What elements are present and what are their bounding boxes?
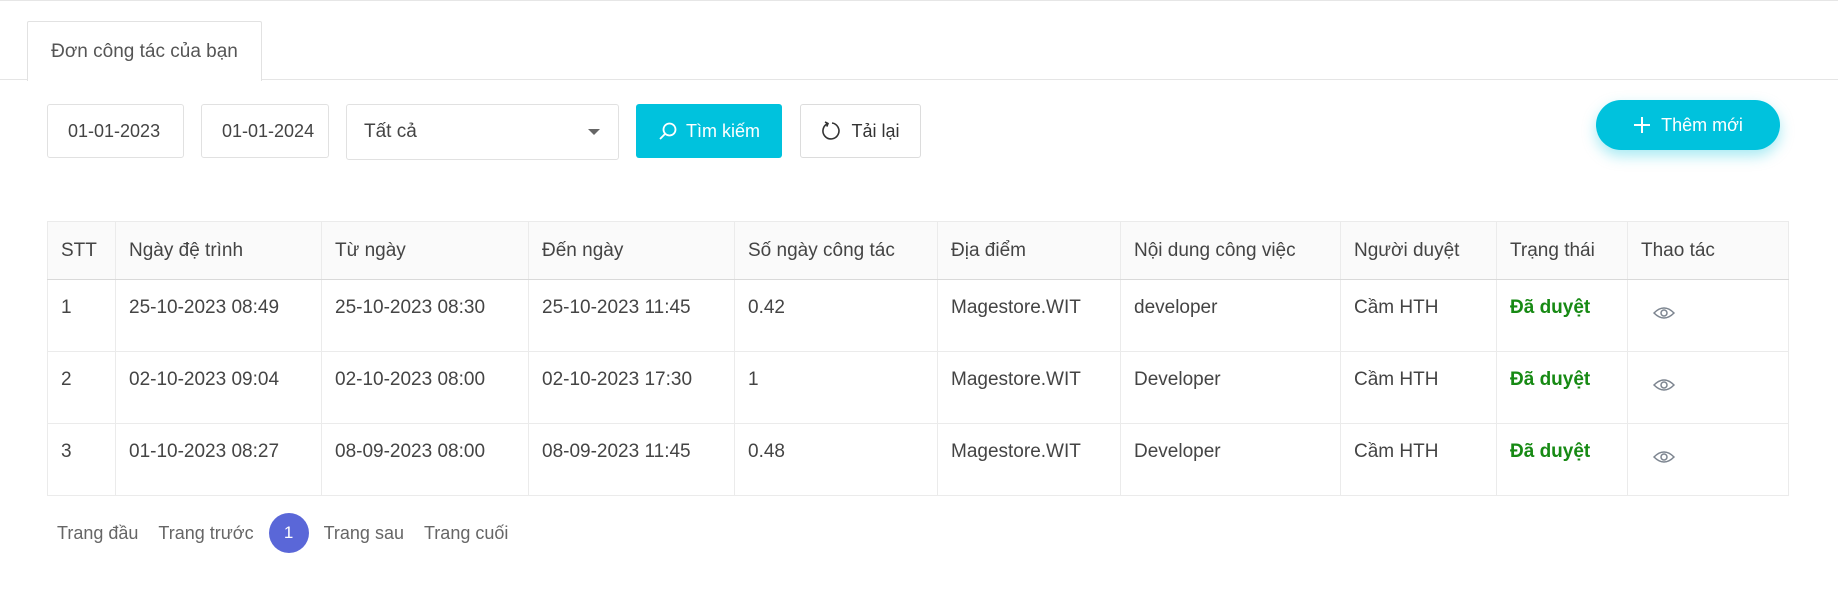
pagination: Trang đầu Trang trước 1 Trang sau Trang … (47, 513, 518, 553)
table-row: 1 25-10-2023 08:49 25-10-2023 08:30 25-1… (47, 279, 1789, 352)
from-date-field[interactable] (47, 104, 184, 158)
cell-stt: 1 (47, 279, 116, 352)
cell-days: 1 (734, 351, 938, 424)
cell-from-date: 08-09-2023 08:00 (321, 423, 529, 496)
plus-icon (1633, 116, 1651, 134)
cell-location: Magestore.WIT (937, 279, 1121, 352)
cell-to-date: 25-10-2023 11:45 (528, 279, 735, 352)
cell-approver: Cầm HTH (1340, 279, 1497, 352)
page: Đơn công tác của bạn Tất cả Tìm kiếm Tải… (0, 0, 1838, 604)
reload-button[interactable]: Tải lại (800, 104, 921, 158)
cell-submit-date: 01-10-2023 08:27 (115, 423, 322, 496)
search-button[interactable]: Tìm kiếm (636, 104, 782, 158)
cell-stt: 2 (47, 351, 116, 424)
cell-stt: 3 (47, 423, 116, 496)
tab-bar: Đơn công tác của bạn (0, 1, 1838, 81)
status-select-value: Tất cả (364, 121, 417, 142)
pagination-current-page[interactable]: 1 (268, 513, 309, 553)
pagination-first[interactable]: Trang đầu (47, 523, 148, 544)
to-date-input[interactable] (202, 105, 328, 157)
cell-location: Magestore.WIT (937, 423, 1121, 496)
pagination-next[interactable]: Trang sau (314, 523, 414, 544)
status-badge: Đã duyệt (1496, 351, 1628, 424)
header-from-date: Từ ngày (321, 221, 529, 280)
header-approver: Người duyệt (1340, 221, 1497, 280)
table-header-row: STT Ngày đệ trình Từ ngày Đến ngày Số ng… (47, 221, 1789, 280)
cell-work-content: developer (1120, 279, 1341, 352)
cell-actions (1627, 351, 1789, 424)
eye-icon[interactable] (1652, 304, 1676, 326)
header-location: Địa điểm (937, 221, 1121, 280)
eye-icon[interactable] (1652, 448, 1676, 470)
cell-submit-date: 25-10-2023 08:49 (115, 279, 322, 352)
status-select[interactable]: Tất cả (346, 104, 619, 160)
pagination-last[interactable]: Trang cuối (414, 523, 518, 544)
cell-work-content: Developer (1120, 423, 1341, 496)
reload-icon (821, 120, 843, 142)
cell-actions (1627, 279, 1789, 352)
header-actions: Thao tác (1627, 221, 1789, 280)
tab-my-business-trips[interactable]: Đơn công tác của bạn (27, 21, 262, 81)
status-badge: Đã duyệt (1496, 423, 1628, 496)
chevron-down-icon (588, 129, 600, 135)
cell-submit-date: 02-10-2023 09:04 (115, 351, 322, 424)
header-stt: STT (47, 221, 116, 280)
header-to-date: Đến ngày (528, 221, 735, 280)
table-row: 2 02-10-2023 09:04 02-10-2023 08:00 02-1… (47, 351, 1789, 424)
business-trip-table: STT Ngày đệ trình Từ ngày Đến ngày Số ng… (47, 221, 1789, 496)
pagination-prev[interactable]: Trang trước (148, 523, 263, 544)
cell-location: Magestore.WIT (937, 351, 1121, 424)
header-status: Trạng thái (1496, 221, 1628, 280)
header-work-content: Nội dung công việc (1120, 221, 1341, 280)
cell-from-date: 25-10-2023 08:30 (321, 279, 529, 352)
add-new-button-label: Thêm mới (1661, 114, 1743, 135)
search-icon (658, 121, 678, 141)
cell-days: 0.48 (734, 423, 938, 496)
cell-to-date: 08-09-2023 11:45 (528, 423, 735, 496)
cell-approver: Cầm HTH (1340, 423, 1497, 496)
header-submit-date: Ngày đệ trình (115, 221, 322, 280)
reload-button-label: Tải lại (851, 120, 900, 141)
to-date-field[interactable] (201, 104, 329, 158)
cell-actions (1627, 423, 1789, 496)
cell-from-date: 02-10-2023 08:00 (321, 351, 529, 424)
header-days: Số ngày công tác (734, 221, 938, 280)
eye-icon[interactable] (1652, 376, 1676, 398)
status-badge: Đã duyệt (1496, 279, 1628, 352)
cell-approver: Cầm HTH (1340, 351, 1497, 424)
add-new-button[interactable]: Thêm mới (1596, 100, 1780, 150)
cell-work-content: Developer (1120, 351, 1341, 424)
cell-to-date: 02-10-2023 17:30 (528, 351, 735, 424)
cell-days: 0.42 (734, 279, 938, 352)
table-row: 3 01-10-2023 08:27 08-09-2023 08:00 08-0… (47, 423, 1789, 496)
search-button-label: Tìm kiếm (686, 120, 760, 141)
from-date-input[interactable] (48, 105, 183, 157)
